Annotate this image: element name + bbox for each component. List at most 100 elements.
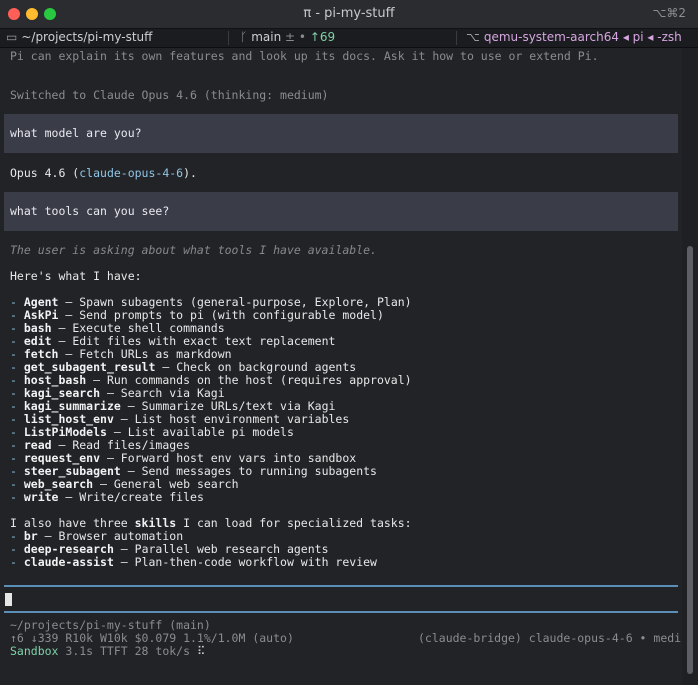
- reply-heading: Here's what I have:: [10, 269, 142, 283]
- process-label: qemu-system-aarch64 ◂ pi ◂ -zsh: [483, 30, 682, 44]
- skills-intro-text: I can load for specialized tasks:: [176, 516, 412, 530]
- perf-stats: 3.1s TTFT 28 tok/s: [58, 644, 197, 658]
- tool-description: – Send prompts to pi (with configurable …: [58, 308, 384, 322]
- list-bullet: -: [10, 490, 24, 504]
- scroll-thumb[interactable]: [687, 246, 693, 674]
- list-bullet: -: [10, 425, 24, 439]
- tool-name: write: [23, 490, 59, 504]
- tool-description: – Spawn subagents (general-purpose, Expl…: [58, 295, 412, 309]
- list-bullet: -: [10, 451, 24, 465]
- list-bullet: -: [10, 542, 24, 556]
- input-top-rule: [4, 585, 678, 587]
- terminal-output[interactable]: Pi can explain its own features and look…: [0, 48, 695, 685]
- tool-name: steer_subagent: [23, 464, 121, 478]
- spinner-icon: ⠯: [196, 644, 206, 658]
- tool-name: list_host_env: [23, 412, 114, 426]
- tool-name: fetch: [23, 347, 59, 361]
- model-switch-notice: Switched to Claude Opus 4.6 (thinking: m…: [10, 88, 329, 102]
- tool-description: – Search via Kagi: [100, 386, 225, 400]
- tool-name: read: [23, 438, 52, 452]
- git-segment[interactable]: ᚴ main ± • ↑69: [240, 30, 335, 44]
- list-bullet: -: [10, 295, 24, 309]
- branch-marker: ±: [285, 30, 296, 44]
- footer-model-info: (claude-bridge) claude-opus-4-6 • medium: [418, 631, 695, 645]
- tool-description: – Write/create files: [58, 490, 204, 504]
- tool-description: – General web search: [93, 477, 239, 491]
- reply-text: ).: [183, 166, 197, 180]
- footer-perf: Sandbox 3.1s TTFT 28 tok/s ⠯: [10, 645, 205, 658]
- bullet-icon: •: [298, 30, 306, 44]
- tool-description: – Send messages to running subagents: [120, 464, 377, 478]
- tool-description: – List available pi models: [106, 425, 294, 439]
- list-bullet: -: [10, 555, 24, 569]
- scrollbar[interactable]: [682, 48, 698, 685]
- list-bullet: -: [10, 477, 24, 491]
- list-bullet: -: [10, 438, 24, 452]
- tool-name: AskPi: [23, 308, 59, 322]
- list-bullet: -: [10, 412, 24, 426]
- list-bullet: -: [10, 321, 24, 335]
- ahead-count: ↑69: [309, 30, 336, 44]
- tool-description: – Forward host env vars into sandbox: [100, 451, 357, 465]
- process-icon: ⌥: [466, 30, 480, 44]
- path-segment[interactable]: ▭ ~/projects/pi-my-stuff: [6, 30, 152, 44]
- skill-description: – Browser automation: [37, 529, 184, 543]
- skill-name: br: [23, 529, 38, 543]
- sandbox-label: Sandbox: [10, 644, 59, 658]
- terminal-window: π - pi-my-stuff ⌥⌘2 ▭ ~/projects/pi-my-st…: [0, 0, 698, 685]
- list-bullet: -: [10, 386, 24, 400]
- tool-description: – Summarize URLs/text via Kagi: [120, 399, 336, 413]
- list-bullet: -: [10, 360, 24, 374]
- window-title: π - pi-my-stuff: [303, 6, 395, 21]
- list-bullet: -: [10, 334, 24, 348]
- tool-item: - write – Write/create files: [10, 491, 204, 504]
- list-bullet: -: [10, 464, 24, 478]
- skill-item: - claude-assist – Plan-then-code workflo…: [10, 556, 377, 569]
- user-message: what model are you?: [4, 114, 678, 153]
- divider: [228, 31, 229, 45]
- tool-name: edit: [23, 334, 52, 348]
- tool-description: – List host environment variables: [113, 412, 350, 426]
- list-bullet: -: [10, 347, 24, 361]
- folder-icon: ▭: [6, 30, 18, 44]
- tool-name: kagi_search: [23, 386, 101, 400]
- reply-text: Opus 4.6 (: [10, 166, 80, 180]
- tool-name: get_subagent_result: [23, 360, 156, 374]
- tool-name: host_bash: [23, 373, 87, 387]
- tool-name: request_env: [23, 451, 101, 465]
- skill-name: claude-assist: [23, 555, 114, 569]
- title-bar: π - pi-my-stuff ⌥⌘2: [0, 0, 698, 29]
- tool-description: – Check on background agents: [155, 360, 357, 374]
- thinking-text: The user is asking about what tools I ha…: [10, 243, 377, 257]
- tool-name: bash: [23, 321, 52, 335]
- path-label: ~/projects/pi-my-stuff: [21, 30, 153, 44]
- branch-label: main: [251, 30, 282, 44]
- tool-description: – Fetch URLs as markdown: [58, 347, 232, 361]
- skills-word: skills: [134, 516, 177, 530]
- intro-text: Pi can explain its own features and look…: [10, 49, 599, 63]
- process-segment[interactable]: ⌥ qemu-system-aarch64 ◂ pi ◂ -zsh: [466, 30, 682, 44]
- tool-name: Agent: [23, 295, 59, 309]
- input-cursor[interactable]: [5, 593, 12, 606]
- skill-description: – Plan-then-code workflow with review: [113, 555, 377, 569]
- list-bullet: -: [10, 529, 24, 543]
- skill-description: – Parallel web research agents: [113, 542, 329, 556]
- list-bullet: -: [10, 308, 24, 322]
- input-bottom-rule: [4, 611, 678, 613]
- tool-name: ListPiModels: [23, 425, 107, 439]
- model-id: claude-opus-4-6: [79, 166, 184, 180]
- git-branch-icon: ᚴ: [240, 30, 248, 44]
- user-message-text: what model are you?: [10, 126, 142, 140]
- tool-description: – Execute shell commands: [51, 321, 225, 335]
- list-bullet: -: [10, 399, 24, 413]
- window-shortcut: ⌥⌘2: [652, 6, 686, 20]
- tool-name: web_search: [23, 477, 94, 491]
- user-message: what tools can you see?: [4, 192, 678, 231]
- divider: [456, 31, 457, 45]
- status-tab-bar: ▭ ~/projects/pi-my-stuff ᚴ main ± • ↑69 ⌥ q…: [0, 29, 698, 48]
- assistant-reply: Opus 4.6 (claude-opus-4-6).: [10, 167, 197, 180]
- skill-name: deep-research: [23, 542, 114, 556]
- list-bullet: -: [10, 373, 24, 387]
- user-message-text: what tools can you see?: [10, 204, 170, 218]
- tool-name: kagi_summarize: [23, 399, 121, 413]
